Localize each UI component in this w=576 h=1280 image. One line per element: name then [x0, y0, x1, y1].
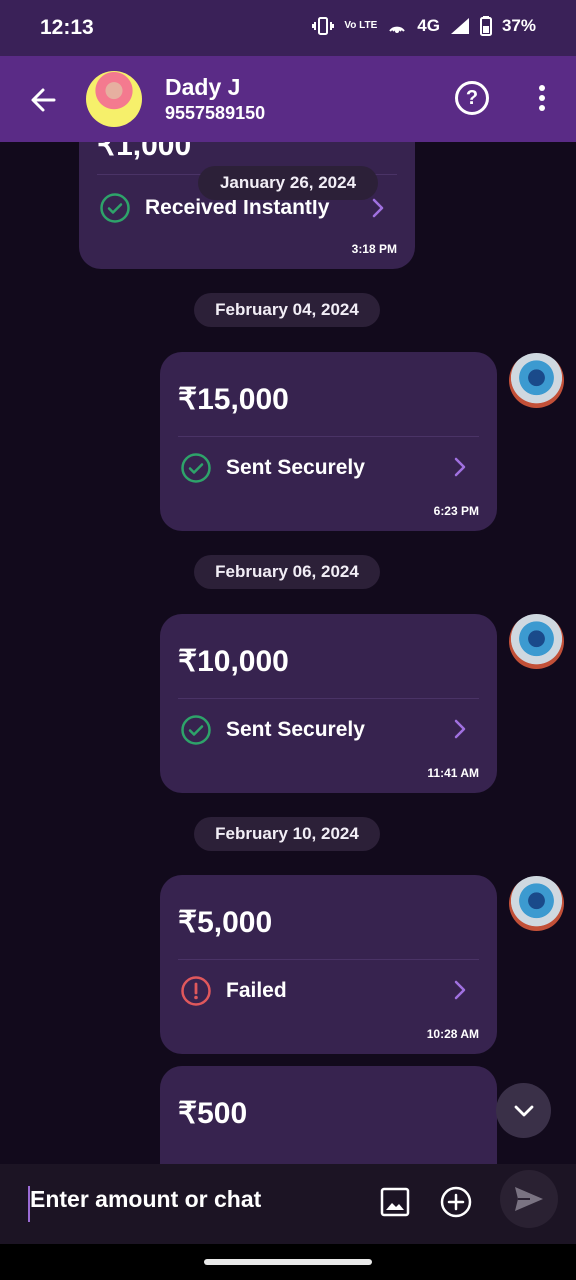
payment-status-label: Sent Securely [226, 718, 365, 741]
payment-status-row: Sent Securely [180, 452, 365, 484]
chevron-down-icon [514, 1105, 533, 1116]
back-arrow-icon[interactable] [24, 80, 64, 120]
message-time: 6:23 PM [433, 504, 479, 518]
amount-chat-input[interactable]: Enter amount or chat [28, 1186, 358, 1222]
chevron-right-icon[interactable] [453, 978, 467, 1002]
scroll-to-bottom-button[interactable] [496, 1083, 551, 1138]
chevron-right-icon[interactable] [453, 455, 467, 479]
send-icon [515, 1187, 543, 1211]
network-label: 4G [417, 16, 440, 35]
payment-bubble-sent[interactable]: ₹10,000 Sent Securely 11:41 AM [160, 614, 497, 793]
status-icons: Vo LTE 4G 37% [312, 16, 536, 36]
payment-amount: ₹5,000 [178, 906, 273, 939]
chat-header: Dady J 9557589150 ? [0, 56, 576, 142]
payment-status-row: Failed [180, 975, 287, 1007]
date-separator: February 06, 2024 [194, 555, 380, 589]
my-avatar[interactable] [509, 876, 564, 931]
bubble-divider [178, 959, 479, 960]
battery-icon [479, 16, 492, 36]
status-time: 12:13 [40, 16, 94, 39]
contact-phone: 9557589150 [165, 103, 266, 123]
status-bar: 12:13 Vo LTE 4G 37% [0, 0, 576, 56]
payment-status-label: Failed [226, 979, 287, 1002]
alert-circle-icon [181, 976, 211, 1006]
volte-label: Vo LTE [344, 20, 378, 31]
vibrate-icon [312, 17, 335, 35]
check-circle-icon [181, 715, 211, 745]
my-avatar[interactable] [509, 614, 564, 669]
contact-avatar[interactable] [86, 71, 142, 127]
date-separator: February 10, 2024 [194, 817, 380, 851]
bubble-divider [178, 698, 479, 699]
system-nav-bar [0, 1244, 576, 1280]
message-time: 3:18 PM [351, 242, 397, 256]
contact-name[interactable]: Dady J [165, 74, 240, 101]
bubble-divider [178, 436, 479, 437]
add-circle-icon[interactable] [440, 1186, 472, 1218]
check-circle-icon [181, 453, 211, 483]
date-separator: February 04, 2024 [194, 293, 380, 327]
payment-bubble-sent[interactable]: ₹15,000 Sent Securely 6:23 PM [160, 352, 497, 531]
payment-bubble-failed[interactable]: ₹5,000 Failed 10:28 AM [160, 875, 497, 1054]
payment-amount: ₹1,000 [97, 142, 192, 162]
message-time: 11:41 AM [427, 766, 479, 780]
help-circle-icon[interactable]: ? [455, 81, 489, 115]
chevron-right-icon[interactable] [453, 717, 467, 741]
composer-bar: Enter amount or chat [0, 1164, 576, 1244]
payment-amount: ₹10,000 [178, 645, 289, 678]
battery-percent: 37% [501, 16, 536, 35]
date-separator: January 26, 2024 [198, 166, 378, 200]
send-button[interactable] [500, 1170, 558, 1228]
chat-thread[interactable]: ₹1,000 Received Instantly 3:18 PM Januar… [0, 142, 576, 1164]
payment-status-label: Sent Securely [226, 456, 365, 479]
payment-amount: ₹15,000 [178, 383, 289, 416]
chevron-right-icon[interactable] [371, 196, 385, 220]
home-gesture-handle[interactable] [204, 1259, 372, 1265]
payment-amount: ₹500 [178, 1097, 248, 1130]
payment-bubble-sent[interactable]: ₹500 [160, 1066, 497, 1164]
payment-status-row: Sent Securely [180, 714, 365, 746]
payment-bubble-received[interactable]: ₹1,000 Received Instantly 3:18 PM [79, 142, 415, 269]
check-circle-icon [100, 193, 130, 223]
hotspot-icon [389, 26, 406, 33]
message-time: 10:28 AM [426, 1027, 479, 1041]
my-avatar[interactable] [509, 353, 564, 408]
signal-icon [450, 18, 469, 34]
more-vert-icon[interactable] [530, 82, 554, 116]
image-icon[interactable] [380, 1187, 410, 1217]
